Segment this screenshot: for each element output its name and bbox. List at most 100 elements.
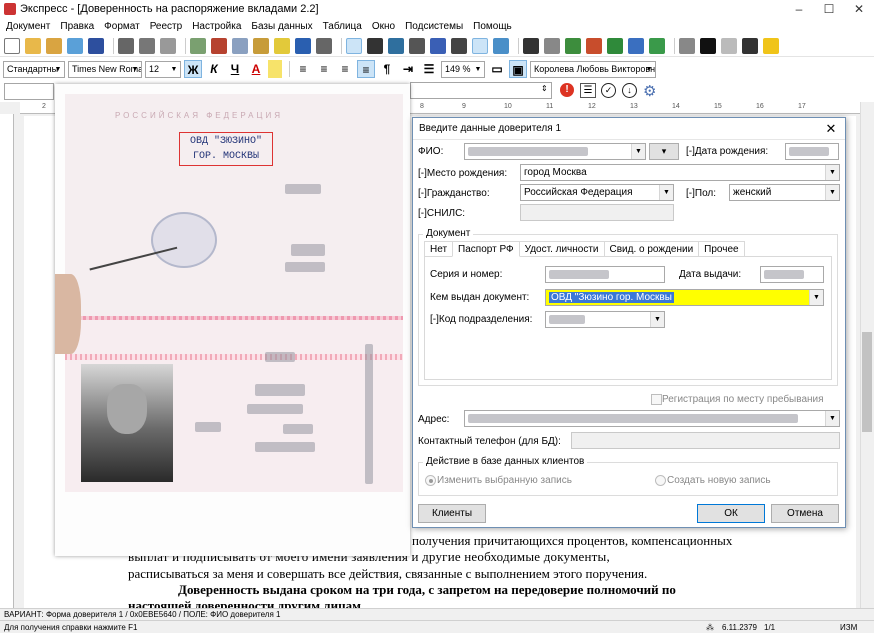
registration-checkbox[interactable] <box>651 394 662 405</box>
field-value-select[interactable] <box>410 82 552 99</box>
chevron-down-icon[interactable]: ▼ <box>659 185 673 200</box>
phone-icon[interactable] <box>742 37 758 54</box>
font-select[interactable]: Times New Roma ▼ <box>68 60 142 78</box>
down-circle-icon[interactable]: ↓ <box>622 83 637 98</box>
birth-place-field[interactable]: город Москва ▼ <box>520 164 840 181</box>
grid-icon[interactable] <box>607 37 623 54</box>
format-painter-icon[interactable] <box>274 37 290 54</box>
calculator-icon[interactable] <box>451 37 467 54</box>
menu-help[interactable]: Помощь <box>473 21 512 32</box>
tab-birth-certificate[interactable]: Свид. о рождении <box>603 241 700 257</box>
tab-id-card[interactable]: Удост. личности <box>518 241 605 257</box>
user-select[interactable]: Королева Любовь Викторовна ▼ <box>530 60 656 78</box>
tab-other[interactable]: Прочее <box>698 241 745 257</box>
clients-button[interactable]: Клиенты <box>418 504 486 523</box>
highlight-icon[interactable] <box>268 60 282 78</box>
gear-icon[interactable]: ⚙ <box>643 82 656 100</box>
camera-icon[interactable] <box>523 37 539 54</box>
scrollbar-thumb[interactable] <box>862 332 872 432</box>
menu-databases[interactable]: Базы данных <box>251 21 312 32</box>
report-icon[interactable] <box>565 37 581 54</box>
tab-none[interactable]: Нет <box>424 241 454 257</box>
color-grid-icon[interactable] <box>586 37 602 54</box>
menu-settings[interactable]: Настройка <box>192 21 241 32</box>
field-mode-icon[interactable] <box>346 37 362 54</box>
chevron-down-icon[interactable]: ▼ <box>650 312 664 327</box>
minimize-button[interactable]: – <box>784 0 814 18</box>
person-lookup-button[interactable]: ▾ <box>649 143 679 160</box>
font-size-select[interactable]: 12 ▼ <box>145 60 181 78</box>
preview-icon[interactable] <box>160 37 176 54</box>
italic-button[interactable]: К <box>205 60 223 78</box>
menu-document[interactable]: Документ <box>6 21 50 32</box>
print-preview-icon[interactable] <box>139 37 155 54</box>
maximize-button[interactable]: ☐ <box>814 0 844 18</box>
cancel-button[interactable]: Отмена <box>771 504 839 523</box>
bold-button[interactable]: Ж <box>184 60 202 78</box>
check-circle-icon[interactable]: ✓ <box>601 83 616 98</box>
forms-icon[interactable] <box>430 37 446 54</box>
print-icon[interactable] <box>118 37 134 54</box>
close-icon[interactable]: ✕ <box>823 120 839 138</box>
chevron-down-icon[interactable]: ▼ <box>825 165 839 180</box>
citizenship-select[interactable]: Российская Федерация ▼ <box>520 184 674 201</box>
new-document-icon[interactable] <box>4 37 20 54</box>
info-icon[interactable] <box>493 37 509 54</box>
series-number-field[interactable] <box>545 266 665 283</box>
emblem-icon[interactable] <box>679 37 695 54</box>
change-record-radio[interactable] <box>425 475 436 486</box>
menu-subsystems[interactable]: Подсистемы <box>405 21 463 32</box>
zoom-select[interactable]: 149 % ▼ <box>441 60 485 78</box>
spin-icon[interactable]: ⇕ <box>541 84 548 93</box>
menu-table[interactable]: Таблица <box>323 21 362 32</box>
close-button[interactable]: ✕ <box>844 0 874 18</box>
font-color-button[interactable]: A <box>247 60 265 78</box>
paragraph-icon[interactable]: ¶ <box>378 60 396 78</box>
cut-icon[interactable] <box>211 37 227 54</box>
error-icon[interactable]: ! <box>560 83 574 97</box>
chevron-down-icon[interactable]: ▼ <box>825 185 839 200</box>
menu-registry[interactable]: Реестр <box>150 21 183 32</box>
chevron-down-icon[interactable]: ▼ <box>825 411 839 426</box>
indent-icon[interactable]: ⇥ <box>399 60 417 78</box>
hourglass-icon[interactable] <box>409 37 425 54</box>
redo-icon[interactable] <box>316 37 332 54</box>
paste-icon[interactable] <box>253 37 269 54</box>
create-record-radio[interactable] <box>655 475 666 486</box>
style-select[interactable]: Стандартны ▼ <box>3 60 65 78</box>
issue-date-field[interactable] <box>760 266 824 283</box>
chevron-down-icon[interactable]: ▼ <box>809 290 823 305</box>
copy-icon[interactable] <box>232 37 248 54</box>
menu-window[interactable]: Окно <box>372 21 395 32</box>
align-right-icon[interactable]: ≡ <box>336 60 354 78</box>
attach-icon[interactable] <box>544 37 560 54</box>
underline-button[interactable]: Ч <box>226 60 244 78</box>
layout-icon[interactable]: ▣ <box>509 60 527 78</box>
save-icon[interactable] <box>88 37 104 54</box>
align-center-icon[interactable]: ≡ <box>315 60 333 78</box>
document-text-line[interactable]: Доверенность выдана сроком на три года, … <box>128 582 676 598</box>
phone-field[interactable] <box>571 432 840 449</box>
open-folder-icon[interactable] <box>25 37 41 54</box>
menu-format[interactable]: Формат <box>104 21 140 32</box>
spellcheck-icon[interactable] <box>190 37 206 54</box>
mail-icon[interactable] <box>721 37 737 54</box>
list-icon[interactable]: ☰ <box>420 60 438 78</box>
division-code-field[interactable]: ▼ <box>545 311 665 328</box>
gender-select[interactable]: женский ▼ <box>729 184 840 201</box>
snils-field[interactable] <box>520 204 674 221</box>
tab-passport-rf[interactable]: Паспорт РФ <box>452 241 520 257</box>
justify-icon[interactable]: ≡ <box>357 60 375 78</box>
fio-field[interactable]: ▼ <box>464 143 646 160</box>
n-logo-icon[interactable] <box>700 37 716 54</box>
address-field[interactable]: ▼ <box>464 410 840 427</box>
ok-button[interactable]: ОК <box>697 504 765 523</box>
undo-icon[interactable] <box>295 37 311 54</box>
binoculars-icon[interactable] <box>367 37 383 54</box>
table-icon[interactable] <box>649 37 665 54</box>
list-view-icon[interactable]: ☰ <box>580 83 596 98</box>
grid-blue-icon[interactable] <box>628 37 644 54</box>
vertical-scrollbar[interactable] <box>860 102 874 608</box>
menu-edit[interactable]: Правка <box>60 21 94 32</box>
align-left-icon[interactable]: ≡ <box>294 60 312 78</box>
